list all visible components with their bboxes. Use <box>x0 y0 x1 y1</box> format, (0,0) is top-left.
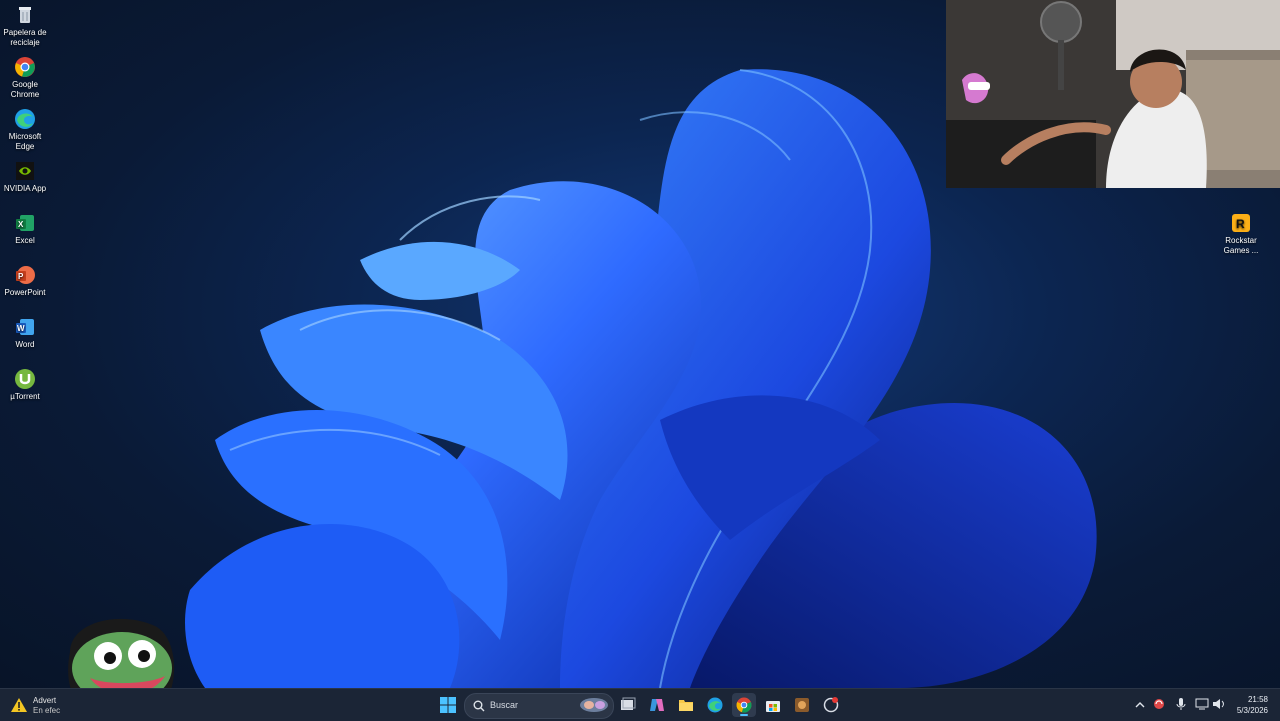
powerpoint-icon: P <box>14 264 36 286</box>
chrome-icon <box>14 56 36 78</box>
desktop-icon-label: PowerPoint <box>4 288 46 297</box>
store-button[interactable] <box>761 693 785 717</box>
active-indicator <box>740 714 748 716</box>
network-button[interactable] <box>1195 697 1211 713</box>
desktop-icon-label: Google Chrome <box>10 80 40 99</box>
desktop-icon-powerpoint[interactable]: P PowerPoint <box>0 264 50 298</box>
desktop-icon-label: Excel <box>15 236 35 245</box>
nvidia-icon <box>14 160 36 182</box>
tray-overflow-button[interactable] <box>1132 697 1148 713</box>
word-icon: W <box>14 316 36 338</box>
desktop-icon-label: NVIDIA App <box>3 184 47 193</box>
search-placeholder: Buscar <box>490 700 519 710</box>
task-view-button[interactable] <box>616 693 640 717</box>
desktop-icon-excel[interactable]: X Excel <box>0 212 50 246</box>
game-icon <box>795 698 809 712</box>
edge-icon <box>707 697 723 713</box>
recorder-icon <box>823 697 839 713</box>
warning-icon <box>11 698 27 712</box>
desktop-icon-chrome[interactable]: Google Chrome <box>0 56 50 100</box>
start-button[interactable] <box>436 693 460 717</box>
desktop-icon-utorrent[interactable]: µTorrent <box>0 368 50 402</box>
store-icon <box>766 701 780 712</box>
volume-icon <box>1213 699 1224 709</box>
pepe-sticker <box>60 612 180 688</box>
webcam-overlay <box>946 0 1280 188</box>
copilot-button[interactable] <box>645 693 669 717</box>
tray-app-icon <box>1154 699 1164 709</box>
recycle-bin-icon <box>14 4 36 26</box>
taskbar-edge-button[interactable] <box>703 693 727 717</box>
desktop-icon-label: Papelera de reciclaje <box>3 28 47 47</box>
warning-subtitle: En efec <box>33 706 61 715</box>
desktop-icon-label: Word <box>15 340 35 349</box>
desktop-icon-recycle-bin[interactable]: Papelera de reciclaje <box>0 4 50 48</box>
desktop-icon-edge[interactable]: Microsoft Edge <box>0 108 50 152</box>
tray-app-button[interactable] <box>1152 697 1168 713</box>
warning-title: Advert <box>33 696 57 705</box>
svg-text:R: R <box>1236 217 1245 231</box>
edge-icon <box>14 108 36 130</box>
clock-time: 21:58 <box>1247 695 1268 704</box>
desktop-icon-label: Rockstar Games ... <box>1223 236 1259 255</box>
utorrent-icon <box>14 368 36 390</box>
svg-text:W: W <box>17 324 25 333</box>
warning-notification[interactable]: Advert En efec <box>10 695 120 715</box>
chrome-icon <box>736 697 752 713</box>
volume-button[interactable] <box>1212 697 1228 713</box>
chevron-up-icon <box>1135 702 1145 708</box>
desktop-icon-rockstar[interactable]: R Rockstar Games ... <box>1216 212 1266 256</box>
network-icon <box>1195 698 1209 710</box>
taskbar-chrome-button[interactable] <box>732 693 756 717</box>
game-button[interactable] <box>790 693 814 717</box>
file-explorer-icon <box>679 700 693 711</box>
desktop-icon-nvidia[interactable]: NVIDIA App <box>0 160 50 194</box>
file-explorer-button[interactable] <box>674 693 698 717</box>
taskbar-search[interactable]: Buscar <box>464 693 614 719</box>
search-highlight-icon <box>580 698 608 712</box>
rockstar-icon: R <box>1230 212 1252 234</box>
copilot-icon <box>650 699 664 711</box>
microphone-icon <box>1176 698 1186 710</box>
desktop-icon-label: Microsoft Edge <box>8 132 42 151</box>
taskbar: Advert En efec Buscar 21:58 5/3/2026 <box>0 688 1280 721</box>
recorder-button[interactable] <box>819 693 843 717</box>
task-view-icon <box>621 697 636 710</box>
svg-text:P: P <box>18 272 24 281</box>
taskbar-clock[interactable]: 21:58 5/3/2026 <box>1237 694 1268 716</box>
microphone-button[interactable] <box>1174 697 1190 713</box>
desktop: Papelera de reciclaje Google Chrome Micr… <box>0 0 1280 688</box>
svg-text:X: X <box>18 220 24 229</box>
search-icon <box>473 700 485 712</box>
start-icon <box>440 697 456 713</box>
excel-icon: X <box>14 212 36 234</box>
clock-date: 5/3/2026 <box>1236 706 1268 715</box>
desktop-icon-word[interactable]: W Word <box>0 316 50 350</box>
desktop-icon-label: µTorrent <box>10 392 40 401</box>
